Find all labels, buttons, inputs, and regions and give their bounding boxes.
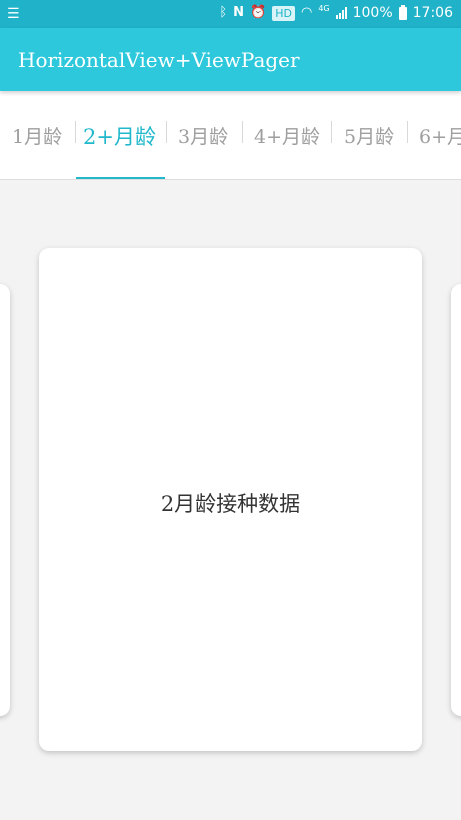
app-bar: HorizontalView+ViewPager: [0, 28, 461, 91]
current-page-card[interactable]: 2月龄接种数据: [39, 248, 422, 751]
tab-separator: [407, 121, 408, 143]
hd-badge: HD: [272, 5, 295, 21]
tab-separator: [242, 121, 243, 143]
tab-4-plus-month[interactable]: 4+月龄: [254, 122, 320, 152]
view-pager[interactable]: 2月龄接种数据: [0, 180, 461, 820]
tab-indicator: [76, 177, 165, 179]
network-type-label: 4G: [318, 4, 330, 13]
battery-icon: [398, 4, 407, 20]
status-icons: ᛒ N ⏰ HD ◠ 4G 100% 17:06: [219, 4, 453, 21]
previous-page-card[interactable]: [0, 284, 10, 716]
wifi-icon: ◠: [300, 5, 313, 20]
nfc-icon: N: [233, 5, 245, 20]
battery-percent: 100%: [352, 5, 393, 21]
app-title: HorizontalView+ViewPager: [18, 48, 300, 72]
tab-2-plus-month[interactable]: 2+月龄: [83, 121, 156, 151]
next-page-card[interactable]: [451, 284, 461, 716]
tab-3-month[interactable]: 3月龄: [178, 122, 228, 152]
tab-separator: [331, 121, 332, 143]
tab-strip[interactable]: 1月龄 2+月龄 3月龄 4+月龄 5月龄 6+月龄: [0, 91, 461, 180]
bluetooth-icon: ᛒ: [219, 5, 228, 20]
card-content-text: 2月龄接种数据: [160, 492, 301, 516]
tab-6-plus-month[interactable]: 6+月龄: [419, 122, 461, 152]
tab-1-month[interactable]: 1月龄: [12, 122, 62, 152]
tab-5-month[interactable]: 5月龄: [344, 122, 394, 152]
notification-list-icon: ☰: [7, 6, 20, 22]
status-bar: ☰ ᛒ N ⏰ HD ◠ 4G 100% 17:06: [0, 0, 461, 28]
tab-separator: [75, 121, 76, 143]
clock: 17:06: [412, 5, 453, 21]
signal-icon: [335, 7, 347, 19]
tab-separator: [166, 121, 167, 143]
alarm-icon: ⏰: [250, 5, 267, 20]
